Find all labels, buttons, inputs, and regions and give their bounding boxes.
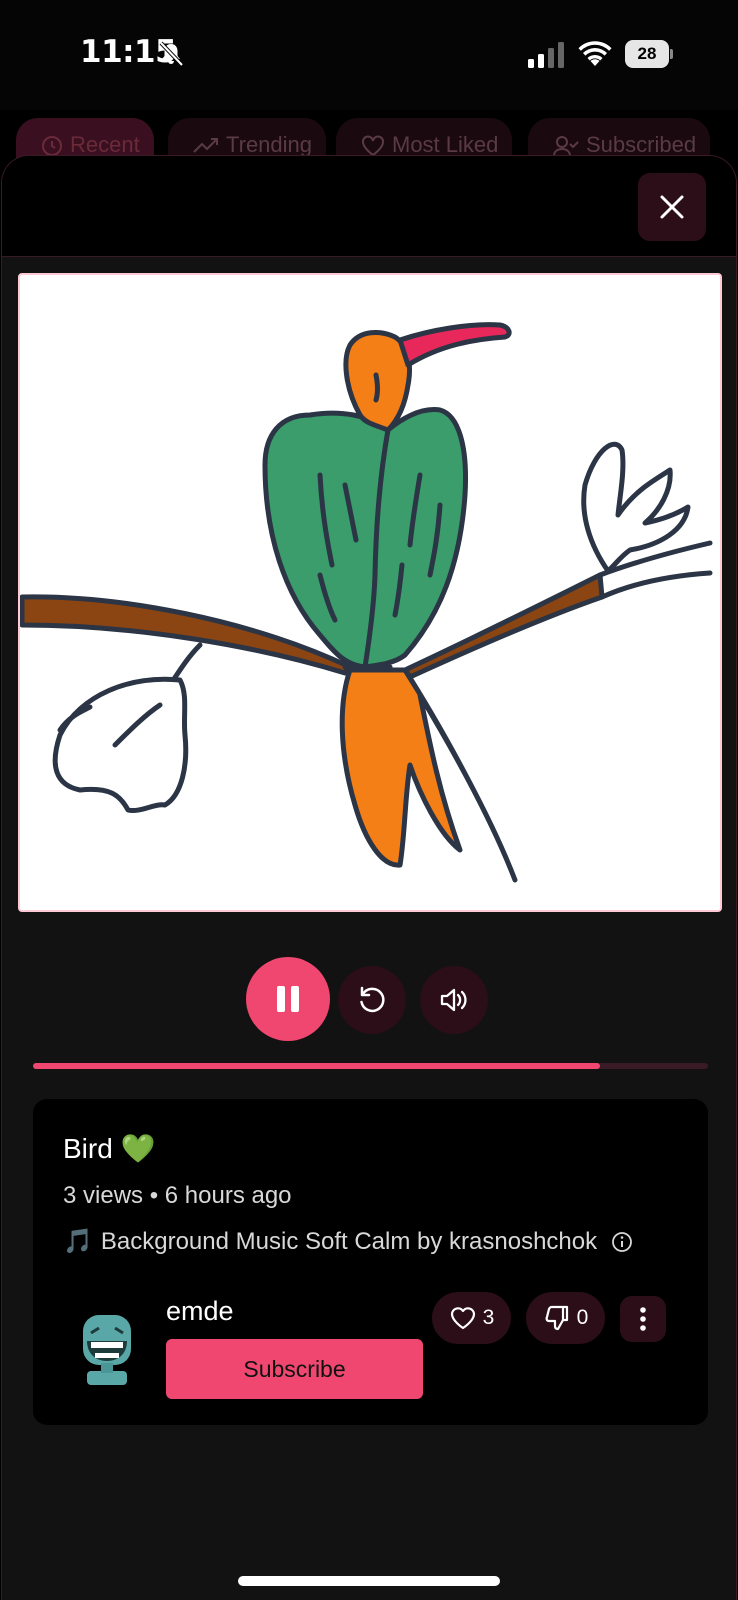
volume-icon — [440, 988, 467, 1012]
like-count: 3 — [482, 1306, 495, 1329]
progress-bar[interactable] — [33, 1063, 708, 1069]
author-name[interactable]: emde — [166, 1296, 234, 1327]
battery-level: 28 — [625, 40, 669, 68]
playback-controls — [2, 957, 736, 1041]
home-indicator — [238, 1576, 500, 1586]
video-modal: Bird 💚 3 views • 6 hours ago 🎵 Backgroun… — [1, 155, 737, 1600]
video-meta: 3 views • 6 hours ago — [63, 1182, 292, 1209]
more-vertical-icon — [640, 1307, 646, 1331]
like-button[interactable]: 3 — [432, 1292, 511, 1344]
more-options-button[interactable] — [620, 1296, 666, 1342]
battery-indicator: 28 — [625, 40, 673, 68]
wifi-icon — [578, 41, 612, 66]
music-title: Background Music Soft Calm by krasnoshch… — [100, 1227, 598, 1255]
replay-icon — [360, 986, 385, 1013]
subscribe-button[interactable]: Subscribe — [166, 1339, 423, 1399]
close-button[interactable] — [638, 173, 706, 241]
replay-button[interactable] — [338, 966, 406, 1034]
info-icon[interactable] — [611, 1231, 633, 1253]
battery-tip — [670, 49, 673, 59]
video-info-card: Bird 💚 3 views • 6 hours ago 🎵 Backgroun… — [33, 1099, 708, 1425]
music-credit: 🎵 Background Music Soft Calm by krasnosh… — [63, 1227, 633, 1256]
dislike-button[interactable]: 0 — [526, 1292, 605, 1344]
dislike-count: 0 — [576, 1306, 589, 1329]
progress-fill — [33, 1063, 600, 1069]
modal-header — [2, 156, 736, 257]
volume-button[interactable] — [420, 966, 488, 1034]
cellular-signal-icon — [528, 42, 564, 68]
video-title: Bird 💚 — [63, 1133, 156, 1164]
close-icon — [660, 195, 684, 219]
status-bar: 11:15 28 — [0, 0, 738, 110]
bell-slash-icon — [159, 41, 184, 67]
pause-icon — [277, 986, 299, 1012]
thumbs-down-icon — [545, 1305, 568, 1331]
pause-button[interactable] — [246, 957, 330, 1041]
drawing-canvas[interactable] — [18, 273, 722, 912]
music-note-icon: 🎵 — [63, 1228, 93, 1255]
heart-icon — [450, 1307, 475, 1330]
avatar[interactable] — [73, 1311, 141, 1387]
bird-drawing — [20, 322, 713, 883]
